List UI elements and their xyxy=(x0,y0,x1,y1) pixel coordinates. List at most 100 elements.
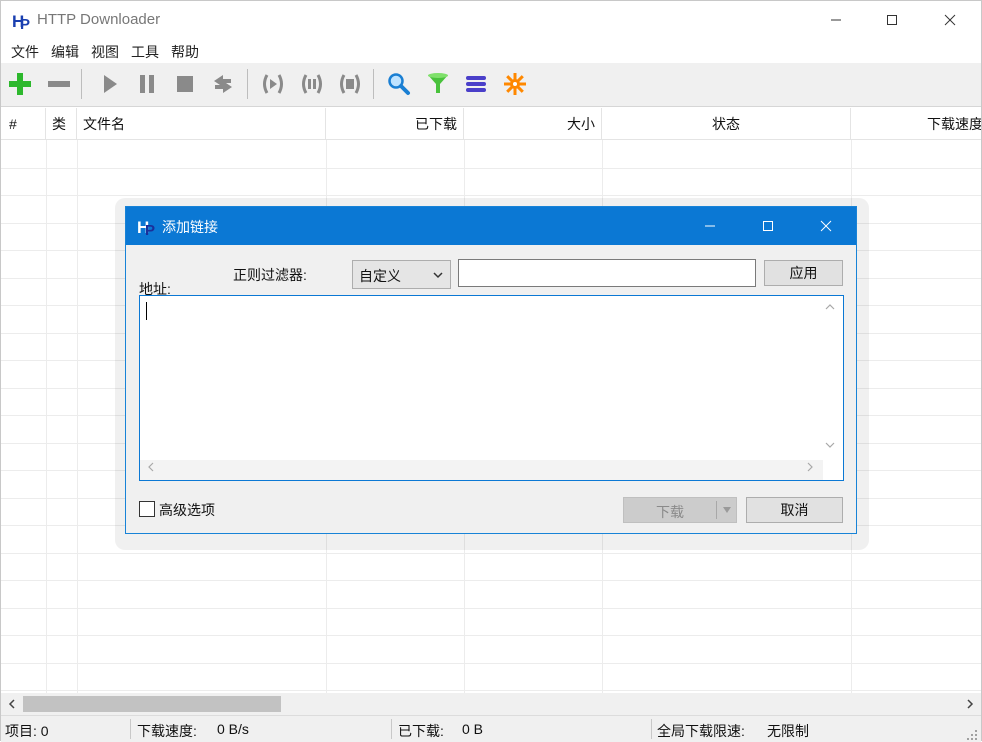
svg-text:P: P xyxy=(145,222,155,237)
dialog-maximize-button[interactable] xyxy=(739,207,797,245)
restart-icon xyxy=(214,75,232,93)
status-divider xyxy=(130,719,131,739)
add-button[interactable] xyxy=(3,67,37,101)
dialog-close-button[interactable] xyxy=(797,207,855,245)
grid-row-line xyxy=(1,580,981,581)
grid-row-line xyxy=(1,607,981,609)
app-logo-icon: H P xyxy=(136,215,158,237)
restart-button[interactable] xyxy=(206,67,240,101)
maximize-button[interactable] xyxy=(869,1,915,39)
title-bar: H P HTTP Downloader xyxy=(1,1,981,39)
status-items: 项目: 0 xyxy=(5,723,49,739)
grid-column-line xyxy=(77,140,78,693)
column-header-number[interactable]: # xyxy=(1,108,46,140)
menu-file[interactable]: 文件 xyxy=(5,42,45,62)
cancel-button[interactable]: 取消 xyxy=(746,497,843,523)
pause-icon xyxy=(140,75,154,93)
toolbar xyxy=(1,63,981,107)
column-header-speed[interactable]: 下载速度 xyxy=(851,108,981,140)
list-button[interactable] xyxy=(459,67,493,101)
maximize-icon xyxy=(763,221,773,231)
download-split-button[interactable]: 下载 xyxy=(623,497,737,523)
menu-tools[interactable]: 工具 xyxy=(125,42,165,62)
add-icon xyxy=(9,73,31,95)
download-button-label[interactable]: 下载 xyxy=(624,502,716,522)
toolbar-divider xyxy=(373,69,374,99)
dialog-minimize-button[interactable] xyxy=(681,207,739,245)
options-icon xyxy=(504,73,526,95)
minimize-icon xyxy=(705,225,715,227)
status-divider xyxy=(651,719,652,739)
regex-filter-input[interactable] xyxy=(458,259,756,287)
status-limit-label: 全局下载限速: xyxy=(657,723,745,739)
options-button[interactable] xyxy=(498,67,532,101)
toolbar-divider xyxy=(81,69,82,99)
menu-bar: 文件 编辑 视图 工具 帮助 xyxy=(1,39,981,65)
scroll-right-arrow-icon[interactable] xyxy=(805,462,815,472)
regex-filter-select[interactable]: 自定义 xyxy=(352,260,451,289)
scroll-left-arrow-icon[interactable] xyxy=(3,695,21,713)
apply-button[interactable]: 应用 xyxy=(764,260,843,286)
svg-text:P: P xyxy=(20,16,30,31)
scroll-up-arrow-icon[interactable] xyxy=(825,302,835,312)
grid-row-line xyxy=(1,635,981,636)
remove-icon xyxy=(48,81,70,87)
text-cursor xyxy=(146,302,147,320)
grid-row-line xyxy=(1,690,981,691)
menu-edit[interactable]: 编辑 xyxy=(45,42,85,62)
minimize-icon xyxy=(831,19,841,21)
start-button[interactable] xyxy=(93,67,127,101)
menu-help[interactable]: 帮助 xyxy=(165,42,205,62)
column-header-type[interactable]: 类 xyxy=(46,108,77,140)
start-all-icon xyxy=(263,74,283,94)
start-icon xyxy=(104,75,117,93)
column-header-size[interactable]: 大小 xyxy=(464,108,602,140)
status-divider xyxy=(391,719,392,739)
maximize-icon xyxy=(887,15,897,25)
minimize-button[interactable] xyxy=(813,1,859,39)
resize-grip-icon[interactable] xyxy=(965,728,979,742)
app-logo-icon: H P xyxy=(12,12,30,31)
scroll-left-arrow-icon[interactable] xyxy=(146,462,156,472)
regex-filter-selected: 自定义 xyxy=(359,268,401,284)
pause-button[interactable] xyxy=(130,67,164,101)
stop-icon xyxy=(177,76,193,92)
column-header-filename[interactable]: 文件名 xyxy=(77,108,326,140)
pause-all-button[interactable] xyxy=(295,67,329,101)
remove-button[interactable] xyxy=(42,67,76,101)
status-downloaded-label: 已下载: xyxy=(398,723,444,739)
scroll-right-arrow-icon[interactable] xyxy=(961,695,979,713)
status-speed-value: 0 B/s xyxy=(217,721,249,737)
textarea-horizontal-scrollbar[interactable] xyxy=(140,460,823,480)
split-divider xyxy=(716,501,717,519)
dropdown-arrow-icon[interactable] xyxy=(721,504,733,516)
stop-all-button[interactable] xyxy=(333,67,367,101)
scroll-down-arrow-icon[interactable] xyxy=(825,440,835,450)
close-icon xyxy=(944,14,956,26)
search-button[interactable] xyxy=(382,67,416,101)
stop-all-icon xyxy=(340,74,360,94)
column-header-status[interactable]: 状态 xyxy=(602,108,851,140)
stop-button[interactable] xyxy=(168,67,202,101)
pause-all-icon xyxy=(302,74,322,94)
filter-button[interactable] xyxy=(421,67,455,101)
scrollbar-thumb[interactable] xyxy=(23,696,281,712)
column-header-downloaded[interactable]: 已下载 xyxy=(326,108,464,140)
advanced-options-checkbox[interactable] xyxy=(139,501,155,517)
status-speed-label: 下载速度: xyxy=(137,723,197,739)
dialog-title-bar: H P 添加链接 xyxy=(126,207,856,245)
status-downloaded-value: 0 B xyxy=(462,721,484,737)
grid-column-line xyxy=(46,140,47,693)
close-button[interactable] xyxy=(927,1,973,39)
grid-row-line xyxy=(1,552,981,554)
toolbar-divider xyxy=(247,69,248,99)
regex-filter-label: 正则过滤器: xyxy=(233,267,307,283)
url-textarea[interactable] xyxy=(139,295,844,481)
filter-icon xyxy=(428,73,448,93)
grid-row-line xyxy=(1,167,981,169)
menu-view[interactable]: 视图 xyxy=(85,42,125,62)
start-all-button[interactable] xyxy=(256,67,290,101)
grid-row-line xyxy=(1,195,981,196)
horizontal-scrollbar[interactable] xyxy=(1,693,981,715)
advanced-options-label[interactable]: 高级选项 xyxy=(159,500,215,520)
